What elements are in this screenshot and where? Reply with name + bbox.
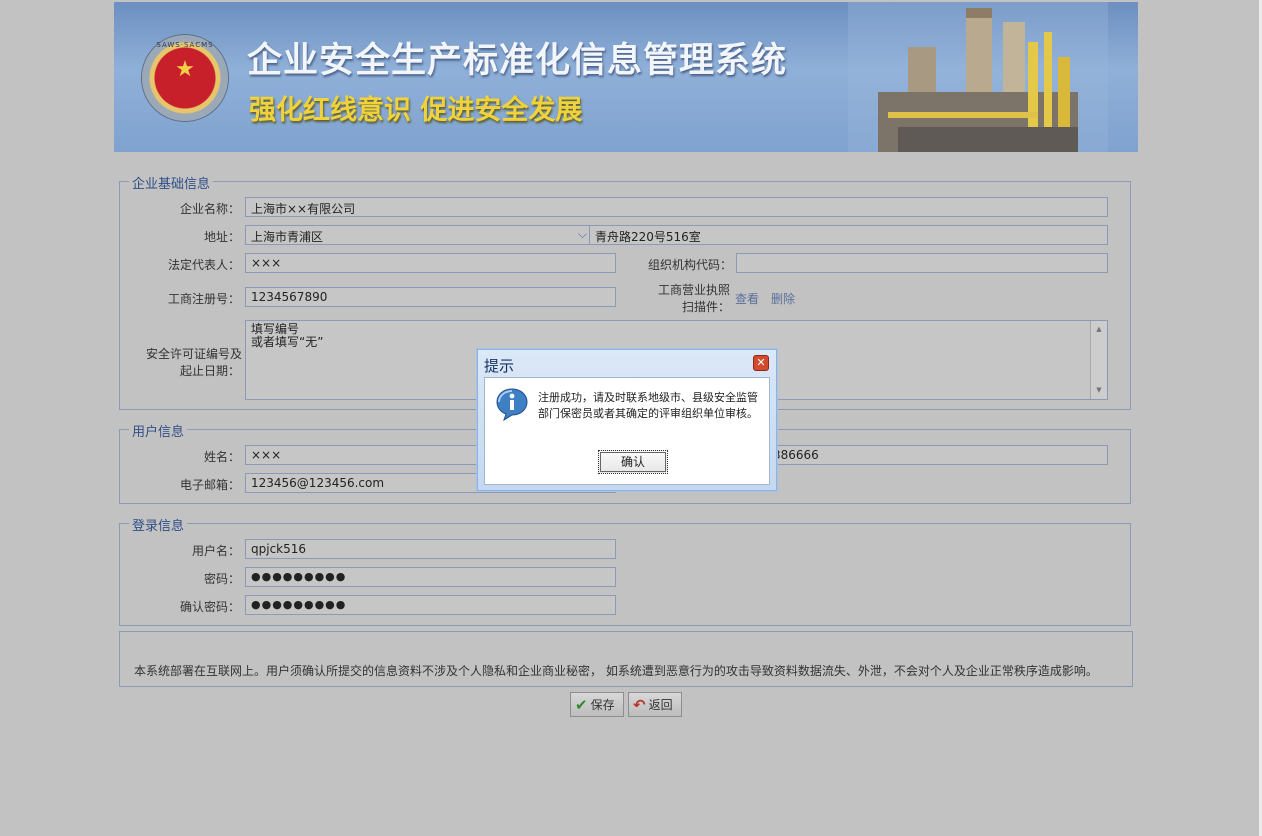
legal-rep-label: 法定代表人：: [167, 258, 240, 272]
back-button-label: 返回: [648, 698, 673, 712]
company-name-label: 企业名称：: [179, 202, 240, 216]
permit-text-line2: 或者填写“无”: [251, 335, 324, 349]
permit-text-line1: 填写编号: [251, 322, 300, 336]
phone-input-visible-text: 386666: [773, 448, 819, 462]
chevron-down-icon: ⌵: [577, 227, 587, 241]
delete-license-link[interactable]: 删除: [771, 290, 795, 307]
license-scan-label-line2: 扫描件：: [681, 300, 730, 314]
check-icon: ✔: [575, 695, 588, 714]
password-label: 密码：: [203, 572, 240, 586]
system-title: 企业安全生产标准化信息管理系统: [247, 41, 788, 81]
star-icon: ★: [175, 57, 195, 82]
scroll-down-arrow-icon[interactable]: ▼: [1091, 384, 1107, 397]
view-license-link[interactable]: 查看: [735, 290, 759, 307]
person-name-label: 姓名：: [203, 450, 240, 464]
save-button-label: 保存: [590, 698, 615, 712]
back-button[interactable]: ↶ 返回: [628, 692, 682, 717]
system-slogan: 强化红线意识 促进安全发展: [249, 95, 583, 126]
return-arrow-icon: ↶: [633, 695, 646, 714]
section-title: 企业基础信息: [129, 173, 214, 192]
section-title: 登录信息: [129, 515, 188, 534]
alert-dialog: 提示 ✕ 注册成功，请及时联系地级市、县级安全监管部门保密员或者其确定的评审组织…: [477, 349, 777, 491]
district-select[interactable]: 上海市青浦区 ⌵: [245, 225, 591, 245]
password-input[interactable]: ●●●●●●●●●: [245, 567, 616, 587]
reg-no-input[interactable]: 1234567890: [245, 287, 616, 307]
dialog-body: 注册成功，请及时联系地级市、县级安全监管部门保密员或者其确定的评审组织单位审核。…: [484, 377, 770, 485]
confirm-password-input[interactable]: ●●●●●●●●●: [245, 595, 616, 615]
scroll-up-arrow-icon[interactable]: ▲: [1091, 323, 1107, 336]
confirm-button[interactable]: 确认: [598, 450, 668, 474]
address-label: 地址：: [203, 230, 240, 244]
permit-label-line2: 起止日期：: [179, 364, 240, 378]
login-info-section: 登录信息 用户名： qpjck516 密码： ●●●●●●●●● 确认密码： ●…: [119, 515, 1131, 626]
phone-input[interactable]: 386666: [736, 445, 1108, 465]
info-icon: [496, 388, 528, 421]
save-button[interactable]: ✔ 保存: [570, 692, 624, 717]
dialog-title: 提示: [484, 357, 515, 375]
section-title: 用户信息: [129, 421, 188, 440]
street-address-input[interactable]: 青舟路220号516室: [589, 225, 1108, 245]
email-label: 电子邮箱：: [179, 478, 240, 492]
emblem-text: SAWS·SACMS: [156, 41, 214, 49]
username-label: 用户名：: [191, 544, 240, 558]
confirm-password-label: 确认密码：: [179, 600, 240, 614]
emblem-logo: SAWS·SACMS ★: [142, 35, 228, 121]
permit-label-line1: 安全许可证编号及: [145, 347, 242, 361]
power-plant-illustration: [848, 2, 1108, 152]
legal-rep-input[interactable]: ×××: [245, 253, 616, 273]
header-banner: SAWS·SACMS ★ 企业安全生产标准化信息管理系统 强化红线意识 促进安全…: [114, 2, 1138, 152]
close-icon[interactable]: ✕: [753, 355, 769, 371]
dialog-message: 注册成功，请及时联系地级市、县级安全监管部门保密员或者其确定的评审组织单位审核。: [538, 391, 758, 420]
reg-no-label: 工商注册号：: [167, 292, 240, 306]
district-select-value: 上海市青浦区: [251, 230, 324, 244]
textarea-scrollbar[interactable]: ▲ ▼: [1090, 321, 1107, 399]
disclaimer-text: 本系统部署在互联网上。用户须确认所提交的信息资料不涉及个人隐私和企业商业秘密， …: [134, 664, 1098, 678]
username-input[interactable]: qpjck516: [245, 539, 616, 559]
org-code-label: 组织机构代码：: [647, 258, 732, 272]
disclaimer-box: 本系统部署在互联网上。用户须确认所提交的信息资料不涉及个人隐私和企业商业秘密， …: [119, 631, 1133, 687]
company-name-input[interactable]: 上海市××有限公司: [245, 197, 1108, 217]
license-scan-label-line1: 工商营业执照: [657, 283, 730, 297]
org-code-input[interactable]: [736, 253, 1108, 273]
